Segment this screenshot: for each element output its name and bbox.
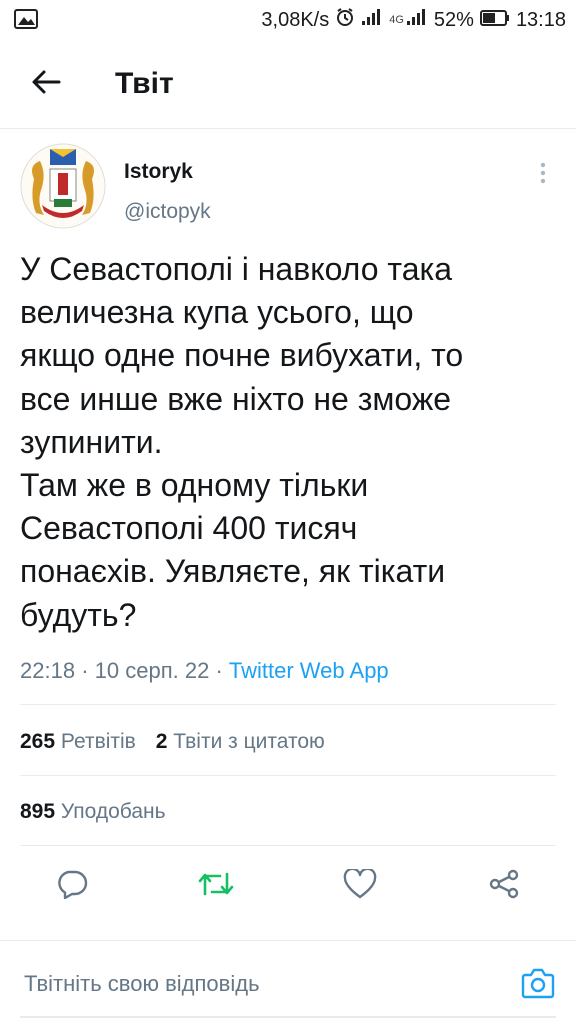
share-icon	[488, 869, 520, 904]
camera-icon	[521, 967, 555, 1004]
battery-icon	[479, 9, 510, 32]
top-app-bar: Твіт	[0, 40, 576, 129]
meta-separator: ·	[81, 658, 89, 683]
quotes-stat[interactable]: 2 Твіти з цитатою	[156, 727, 325, 757]
back-button[interactable]	[26, 64, 66, 104]
tweet-date: 10 серп. 22	[94, 658, 210, 683]
tweet-time: 22:18	[20, 658, 76, 683]
retweet-button[interactable]	[194, 864, 238, 908]
retweets-label: Ретвітів	[60, 730, 136, 753]
tweet-source-link[interactable]: Twitter Web App	[229, 658, 389, 683]
battery-percent: 52%	[433, 8, 474, 31]
network-speed: 3,08K/s	[261, 8, 330, 31]
share-button[interactable]	[482, 864, 526, 908]
divider	[20, 775, 556, 776]
gallery-icon	[14, 8, 38, 36]
signal-icon-2	[406, 8, 428, 32]
divider	[20, 845, 556, 846]
likes-stat[interactable]: 895 Уподобань	[20, 797, 166, 827]
avatar[interactable]	[20, 143, 106, 229]
back-arrow-icon	[31, 69, 61, 100]
retweets-stat[interactable]: 265 Ретвітів	[20, 727, 136, 757]
tweet-meta: 22:18 · 10 серп. 22 · Twitter Web App	[20, 656, 389, 686]
retweet-icon	[198, 870, 234, 903]
likes-stats-row: 895 Уподобань	[20, 797, 166, 827]
author-handle[interactable]: @ictopyk	[124, 198, 211, 226]
quotes-label: Твіти з цитатою	[173, 730, 325, 753]
reply-input[interactable]: Твітніть свою відповідь	[24, 969, 260, 999]
retweet-stats-row: 265 Ретвітів 2 Твіти з цитатою	[20, 727, 325, 757]
clock: 13:18	[515, 8, 566, 31]
meta-separator-2: ·	[215, 658, 223, 683]
more-options-button[interactable]	[530, 160, 556, 190]
camera-button[interactable]	[518, 965, 558, 1005]
quotes-count: 2	[155, 730, 168, 753]
retweets-count: 265	[20, 730, 56, 753]
reply-icon	[56, 869, 88, 904]
author-name[interactable]: Istoryk	[124, 158, 193, 186]
signal-icon	[361, 8, 383, 32]
status-bar: 3,08K/s 4G 52% 13:18	[0, 0, 576, 40]
network-type: 4G	[389, 14, 404, 26]
like-button[interactable]	[338, 864, 382, 908]
reply-underline	[20, 1016, 556, 1018]
likes-label: Уподобань	[60, 800, 166, 823]
divider	[20, 704, 556, 705]
reply-button[interactable]	[50, 864, 94, 908]
more-vertical-icon	[540, 162, 546, 189]
reply-bar: Твітніть свою відповідь	[0, 940, 576, 1025]
tweet-text: У Севастополі і навколо така величезна к…	[20, 251, 464, 633]
alarm-icon	[335, 7, 355, 33]
page-title: Твіт	[115, 67, 174, 100]
like-icon	[343, 867, 377, 904]
likes-count: 895	[20, 800, 56, 823]
